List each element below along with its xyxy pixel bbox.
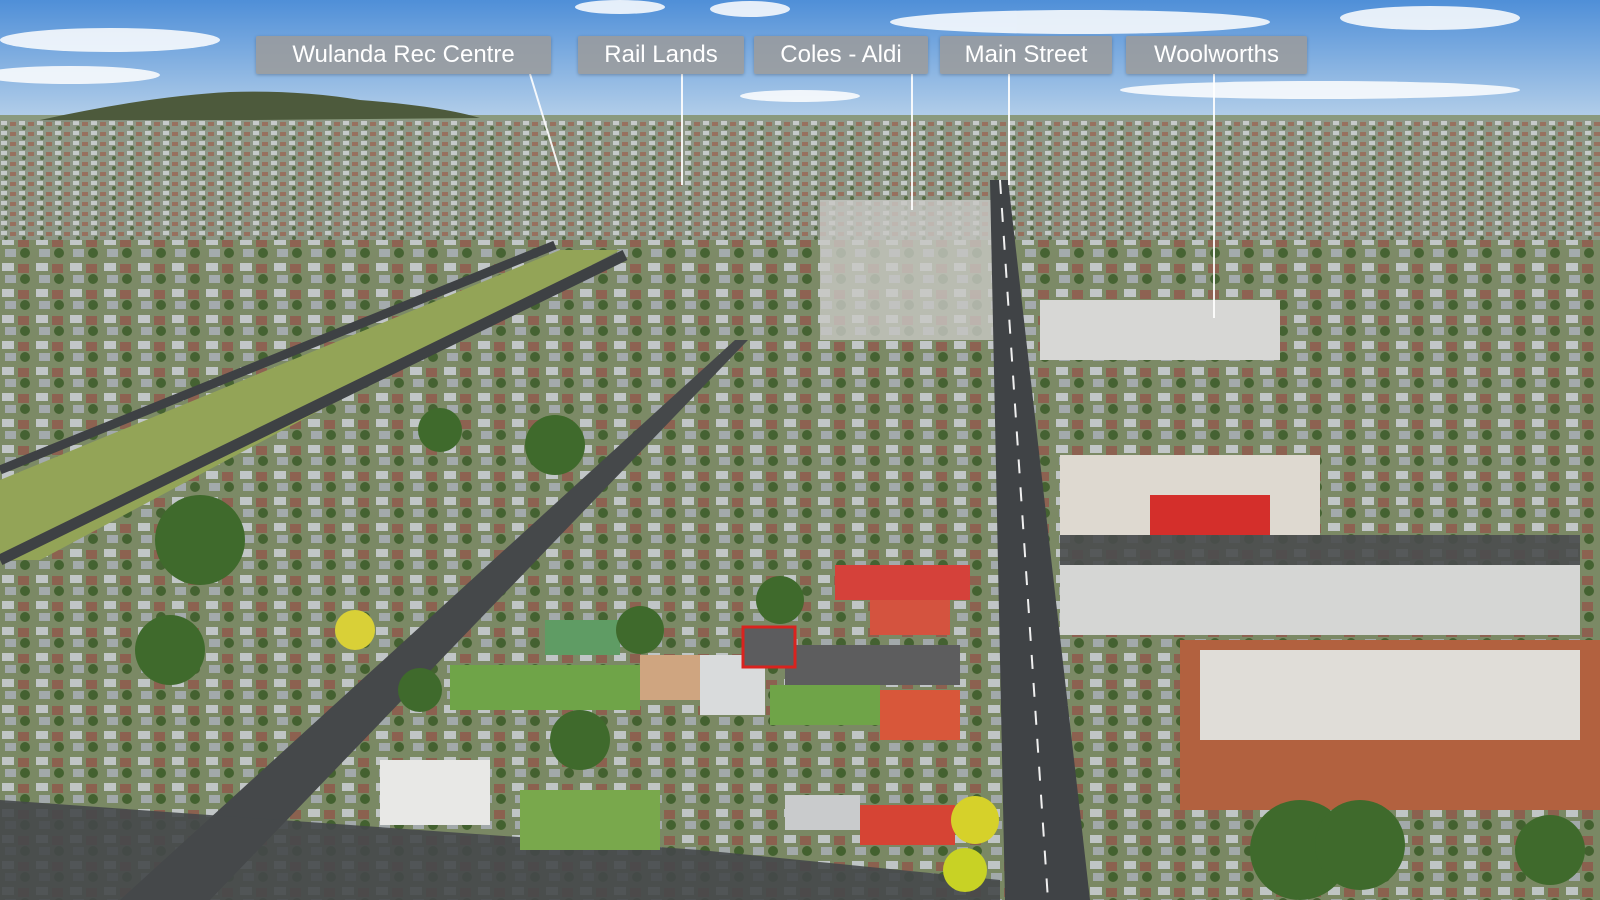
label-wulanda-rec-centre: Wulanda Rec Centre	[256, 36, 551, 74]
label-rail-lands: Rail Lands	[578, 36, 744, 74]
commercial-blocks	[820, 200, 1000, 340]
aerial-photo	[0, 0, 1600, 900]
distant-town	[0, 120, 1600, 240]
highlighted-property	[741, 625, 797, 669]
label-main-street: Main Street	[940, 36, 1112, 74]
label-coles-aldi: Coles - Aldi	[754, 36, 928, 74]
label-woolworths: Woolworths	[1126, 36, 1307, 74]
